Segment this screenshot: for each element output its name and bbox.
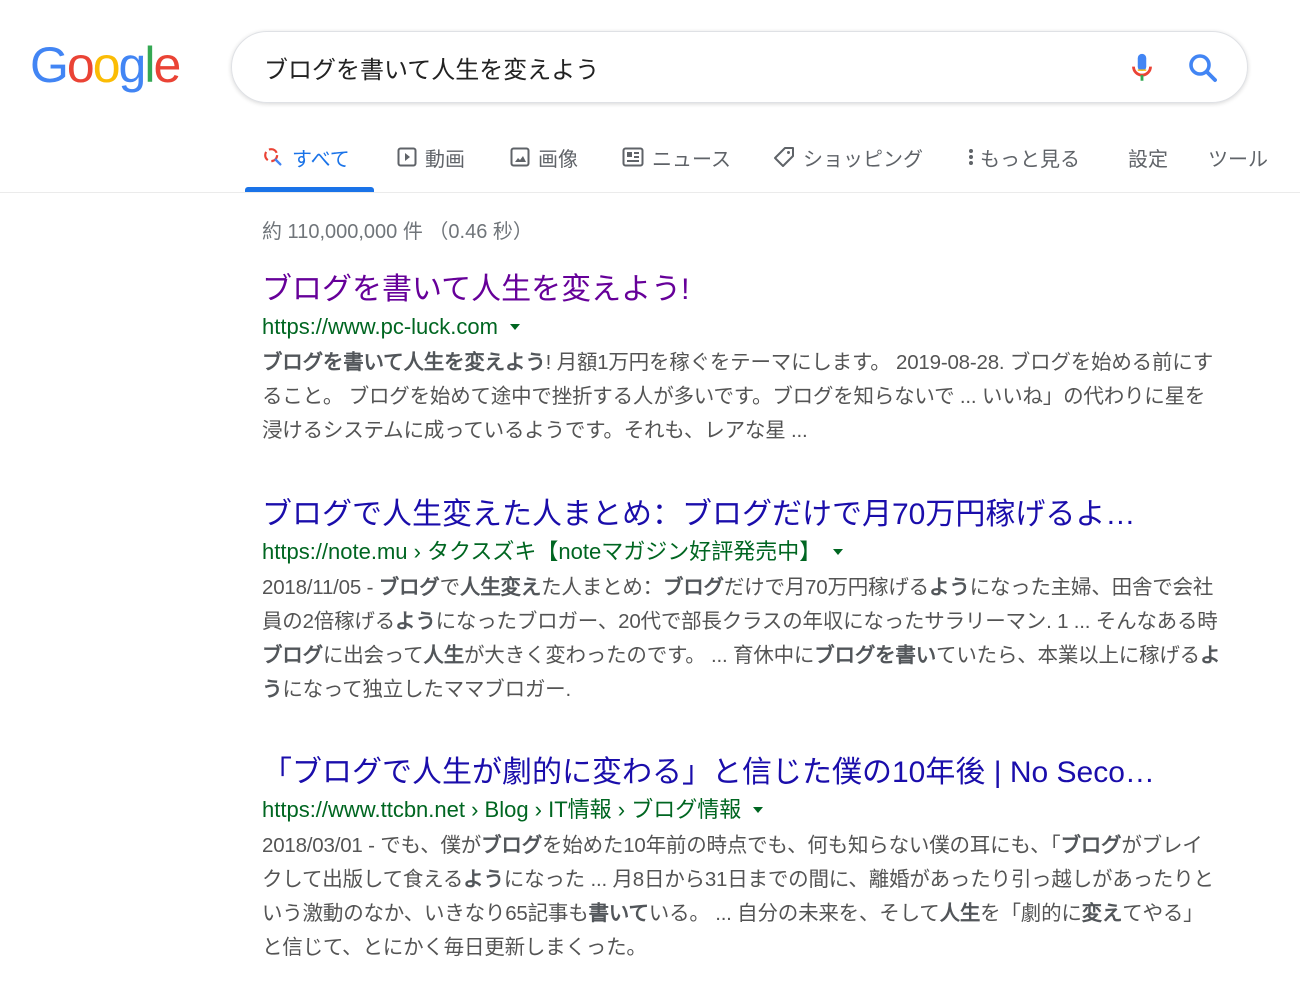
search-box [231, 31, 1248, 103]
logo-letter: G [30, 37, 69, 93]
tab-label: ツール [1208, 148, 1268, 171]
logo-letter: g [118, 37, 147, 93]
snippet-text: に出会って [322, 644, 424, 667]
tab-label: 画像 [538, 148, 578, 171]
news-icon [622, 147, 644, 167]
microphone-icon[interactable] [1125, 50, 1159, 86]
snippet-highlight: ブログを書い [814, 644, 937, 667]
snippet-highlight: 変え [1081, 902, 1123, 925]
tab-images[interactable]: 画像 [510, 142, 578, 172]
image-icon [510, 147, 530, 167]
caret-down-icon[interactable] [833, 549, 844, 555]
tab-shopping[interactable]: ショッピング [773, 142, 923, 172]
logo-letter: o [92, 37, 121, 93]
snippet-text: を始めた10年前の時点でも、何も知らない僕の耳にも、「 [542, 834, 1061, 857]
tag-icon [774, 147, 794, 167]
snippet-text: になって独立したママブロガー. [282, 678, 571, 701]
snippet-text: た人まとめ： [541, 576, 663, 599]
caret-down-icon[interactable] [753, 807, 764, 813]
result-snippet: ブログを書いて人生を変えよう! 月額1万円を稼ぐをテーマにします。 2019-0… [262, 346, 1222, 448]
logo-letter: e [153, 37, 181, 93]
result-snippet: 2018/11/05 - ブログで人生変えた人まとめ：ブログだけで月70万円稼げ… [262, 571, 1222, 707]
tab-tools[interactable]: ツール [1208, 142, 1268, 172]
snippet-text: いる。 ... 自分の未来を、そして [648, 902, 940, 925]
tab-more[interactable]: もっと見る [966, 142, 1080, 172]
snippet-highlight: よう [463, 868, 504, 891]
logo-letter: o [66, 37, 95, 93]
tab-settings[interactable]: 設定 [1128, 142, 1168, 172]
tab-label: 動画 [425, 148, 465, 171]
search-result: ブログで人生変えた人まとめ：ブログだけで月70万円稼げるよ… https://n… [262, 497, 1222, 707]
snippet-highlight: ブログ [481, 834, 543, 857]
search-icon[interactable] [1185, 50, 1221, 86]
result-snippet: 2018/03/01 - でも、僕がブログを始めた10年前の時点でも、何も知らな… [262, 829, 1222, 965]
result-title-link[interactable]: ブログを書いて人生を変えよう! [262, 272, 1222, 308]
google-logo[interactable]: Google [30, 36, 181, 94]
result-url[interactable]: https://www.ttcbn.net › Blog › IT情報 › ブロ… [262, 795, 741, 825]
tab-news[interactable]: ニュース [622, 142, 731, 172]
result-title-link[interactable]: ブログで人生変えた人まとめ：ブログだけで月70万円稼げるよ… [262, 497, 1222, 533]
tab-label: もっと見る [980, 148, 1080, 171]
snippet-text: 2018/03/01 - でも、僕が [262, 834, 482, 857]
snippet-highlight: ブログ [262, 644, 323, 667]
snippet-text: を「劇的に [980, 902, 1082, 925]
snippet-highlight: ブログ [1060, 834, 1122, 857]
tab-all[interactable]: すべて [262, 142, 350, 172]
snippet-text: になったブロガー、20代で部長クラスの年収になったサラリーマン. 1 ... そ… [435, 610, 1218, 633]
tab-label: すべて [292, 148, 350, 171]
snippet-highlight: ブログ [662, 576, 724, 599]
result-url[interactable]: https://note.mu › タクスズキ【noteマガジン好評発売中】 [262, 537, 821, 567]
snippet-text: だけで月70万円稼げる [723, 576, 929, 599]
snippet-highlight: 人生 [939, 902, 981, 925]
snippet-highlight: 人生 [423, 644, 464, 667]
snippet-text: ていたら、本業以上に稼げる [936, 644, 1200, 667]
snippet-highlight: よう [395, 610, 436, 633]
search-icon [264, 148, 282, 166]
tab-videos[interactable]: 動画 [397, 142, 465, 172]
result-url[interactable]: https://www.pc-luck.com [262, 312, 498, 342]
snippet-highlight: ブログを書いて人生を変えよう [262, 351, 546, 374]
tab-label: 設定 [1128, 148, 1168, 171]
snippet-highlight: 書いて [588, 902, 649, 925]
search-result: 「ブログで人生が劇的に変わる」と信じた僕の10年後 | No Seco… htt… [262, 755, 1222, 965]
search-input[interactable] [264, 46, 1104, 88]
snippet-text: が大きく変わったのです。 ... 育休中に [464, 644, 815, 667]
snippet-highlight: 人生変え [459, 576, 542, 599]
snippet-text: で [439, 576, 461, 599]
result-stats: 約 110,000,000 件 （0.46 秒） [262, 221, 533, 243]
result-title-link[interactable]: 「ブログで人生が劇的に変わる」と信じた僕の10年後 | No Seco… [262, 755, 1222, 791]
video-icon [397, 147, 417, 167]
tab-label: ニュース [652, 148, 731, 171]
snippet-highlight: ブログ [378, 576, 440, 599]
snippet-text: 2018/11/05 - [262, 576, 379, 599]
caret-down-icon[interactable] [509, 324, 520, 330]
header-divider [0, 192, 1300, 193]
snippet-highlight: よう [928, 576, 970, 599]
search-result: ブログを書いて人生を変えよう! https://www.pc-luck.com … [262, 272, 1222, 448]
tab-label: ショッピング [803, 148, 923, 171]
logo-letter: l [144, 37, 155, 93]
more-vert-icon [969, 149, 973, 165]
